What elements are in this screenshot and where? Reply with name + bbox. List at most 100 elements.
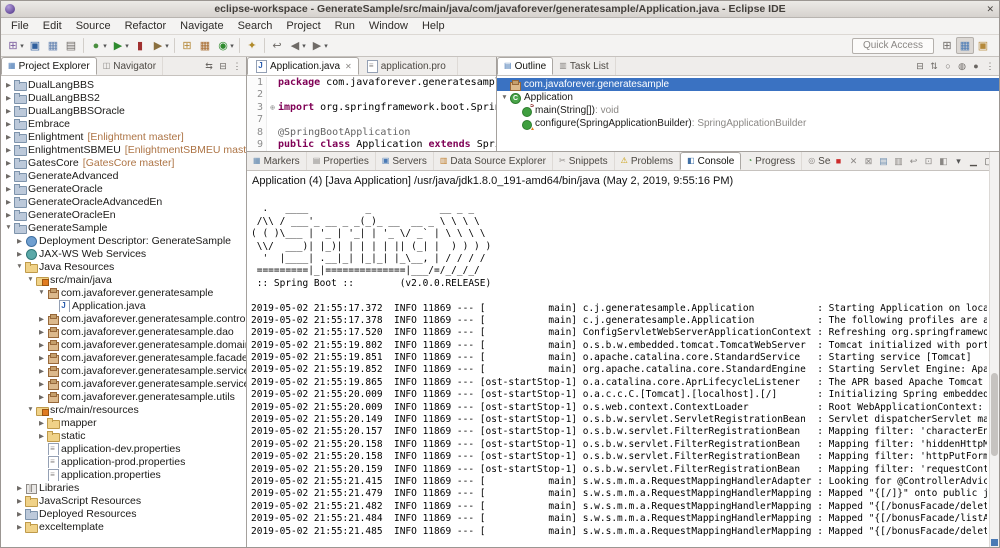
scroll-lock-button[interactable]: ▥ — [891, 154, 906, 169]
terminate-button[interactable]: ■ — [831, 154, 846, 169]
separator[interactable] — [83, 38, 84, 53]
expander-icon[interactable]: ▶ — [4, 107, 13, 115]
expander-icon[interactable]: ▶ — [4, 185, 13, 193]
coverage-icon[interactable]: ▮ — [131, 37, 149, 54]
expander-icon[interactable]: ▶ — [15, 237, 24, 245]
expander-icon[interactable]: ▼ — [26, 276, 35, 283]
hide-static-members-icon[interactable]: ◍ — [955, 59, 969, 73]
new-java-project-icon[interactable]: ⊞ — [178, 37, 196, 54]
remove-launch-button[interactable]: ✕ — [846, 154, 861, 169]
collapse-all-icon[interactable]: ⊟ — [913, 59, 927, 73]
separator[interactable] — [239, 38, 240, 53]
last-edit-location-icon[interactable]: ↩ — [268, 37, 286, 54]
tab-console[interactable]: ◧ Console — [680, 152, 741, 170]
external-tools-dropdown-icon[interactable]: ▾ — [163, 37, 171, 54]
tree-item[interactable]: ▶ GenerateOracleAdvancedEn — [1, 195, 246, 208]
expander-icon[interactable]: ▶ — [15, 523, 24, 531]
tab-task-list[interactable]: ▥ Task List — [553, 57, 615, 75]
console-output[interactable]: . ____ _ __ _ _ /\\ / ___'_ __ _ _(_)_ _… — [247, 189, 999, 547]
outline-item-class-application[interactable]: ▼ Application — [497, 91, 999, 104]
close-tab-icon[interactable]: ✕ — [345, 62, 352, 71]
tree-item[interactable]: ▶ Embrace — [1, 117, 246, 130]
menu-item[interactable]: Source — [69, 19, 118, 33]
save-icon[interactable]: ▣ — [26, 37, 44, 54]
tree-item[interactable]: application-prod.properties — [1, 455, 246, 468]
tab-data-source-explorer[interactable]: ▥ Data Source Explorer — [434, 152, 553, 170]
scrollbar-thumb[interactable] — [991, 373, 998, 456]
view-menu-icon[interactable]: ⋮ — [230, 59, 244, 73]
tree-item[interactable]: ▶ JAX-WS Web Services — [1, 247, 246, 260]
expander-icon[interactable]: ▼ — [37, 289, 46, 296]
tree-item[interactable]: ▶ EnlightmentSBMEU [EnlightmentSBMEU mas… — [1, 143, 246, 156]
tree-item[interactable]: ▼ Java Resources — [1, 260, 246, 273]
debug-dropdown-icon[interactable]: ▾ — [101, 37, 109, 54]
tab-search[interactable]: ◎ Search — [802, 152, 831, 170]
tree-item[interactable]: ▶ DualLangBBSOracle — [1, 104, 246, 117]
tree-item[interactable]: ▶ static — [1, 429, 246, 442]
tree-item[interactable]: ▶ GatesCore [GatesCore master] — [1, 156, 246, 169]
open-console-dropdown-button[interactable]: ▾ — [951, 154, 966, 169]
new-package-icon[interactable]: ▦ — [196, 37, 214, 54]
tab-markers[interactable]: ▦ Markers — [247, 152, 307, 170]
expander-icon[interactable]: ▶ — [37, 367, 46, 375]
expander-icon[interactable]: ▶ — [37, 328, 46, 336]
expander-icon[interactable]: ▶ — [4, 146, 13, 154]
separator[interactable] — [264, 38, 265, 53]
menu-item[interactable]: Navigate — [173, 19, 230, 33]
tree-item[interactable]: ▶ JavaScript Resources — [1, 494, 246, 507]
tree-item[interactable]: ▶ GenerateOracleEn — [1, 208, 246, 221]
expander-icon[interactable]: ▶ — [37, 354, 46, 362]
expander-icon[interactable]: ▶ — [4, 211, 13, 219]
expander-icon[interactable]: ▼ — [26, 406, 35, 413]
tab-problems[interactable]: ⚠ Problems — [615, 152, 680, 170]
menu-item[interactable]: Help — [415, 19, 452, 33]
hide-non-public-icon[interactable]: ● — [969, 59, 983, 73]
tree-item[interactable]: application.properties — [1, 468, 246, 481]
expander-icon[interactable]: ▶ — [15, 510, 24, 518]
fold-marker-icon[interactable] — [267, 127, 278, 139]
outline-item-method-configure[interactable]: configure(SpringApplicationBuilder) : Sp… — [497, 117, 999, 130]
expander-icon[interactable]: ▶ — [4, 94, 13, 102]
close-window-button[interactable]: ✕ — [986, 4, 994, 15]
separator[interactable] — [174, 38, 175, 53]
console-scrollbar[interactable] — [989, 152, 999, 547]
clear-console-button[interactable]: ▤ — [876, 154, 891, 169]
outline-item-package[interactable]: com.javaforever.generatesample — [497, 78, 999, 91]
expander-icon[interactable]: ▶ — [4, 172, 13, 180]
tree-item[interactable]: ▶ DualLangBBS — [1, 78, 246, 91]
tab-application-properties[interactable]: application.pro — [359, 57, 458, 75]
outline-tree[interactable]: com.javaforever.generatesample ▼ Applica… — [497, 76, 999, 151]
tab-properties[interactable]: ▤ Properties — [307, 152, 376, 170]
expander-icon[interactable]: ▶ — [37, 393, 46, 401]
tab-progress[interactable]: ◔ Progress — [741, 152, 802, 170]
tree-item[interactable]: ▼ com.javaforever.generatesample — [1, 286, 246, 299]
back-dropdown-icon[interactable]: ▾ — [300, 37, 308, 54]
outline-item-method-main[interactable]: main(String[]) : void — [497, 104, 999, 117]
expander-icon[interactable]: ▶ — [37, 380, 46, 388]
tree-item[interactable]: ▶ Enlightment [Enlightment master] — [1, 130, 246, 143]
tree-item[interactable]: ▶ com.javaforever.generatesample.control… — [1, 312, 246, 325]
remove-all-launches-button[interactable]: ⊠ — [861, 154, 876, 169]
tree-item[interactable]: ▼ src/main/resources — [1, 403, 246, 416]
menu-item[interactable]: Search — [231, 19, 280, 33]
tree-item[interactable]: ▶ com.javaforever.generatesample.utils — [1, 390, 246, 403]
hide-fields-icon[interactable]: ○ — [941, 59, 955, 73]
search-icon[interactable]: ✦ — [243, 37, 261, 54]
tree-item[interactable]: ▼ GenerateSample — [1, 221, 246, 234]
print-icon[interactable]: ▤ — [62, 37, 80, 54]
fold-marker-icon[interactable] — [267, 89, 278, 101]
project-tree[interactable]: ▶ DualLangBBS ▶ DualLangBBS2 ▶ — [1, 76, 246, 547]
code-editor[interactable]: 1 package com.javaforever.generatesample… — [247, 76, 496, 151]
fold-marker-icon[interactable] — [267, 139, 278, 151]
tree-item[interactable]: ▶ com.javaforever.generatesample.dao — [1, 325, 246, 338]
menu-item[interactable]: Project — [279, 19, 327, 33]
sort-icon[interactable]: ⇅ — [927, 59, 941, 73]
tree-item[interactable]: ▶ exceltemplate — [1, 520, 246, 533]
expander-icon[interactable]: ▶ — [15, 250, 24, 258]
menu-item[interactable]: Refactor — [118, 19, 174, 33]
tree-item[interactable]: application-dev.properties — [1, 442, 246, 455]
menu-item[interactable]: File — [4, 19, 36, 33]
collapse-all-icon[interactable]: ⊟ — [216, 59, 230, 73]
perspective-javaee-icon[interactable]: ▦ — [956, 37, 974, 54]
new-class-dropdown-icon[interactable]: ▾ — [228, 37, 236, 54]
